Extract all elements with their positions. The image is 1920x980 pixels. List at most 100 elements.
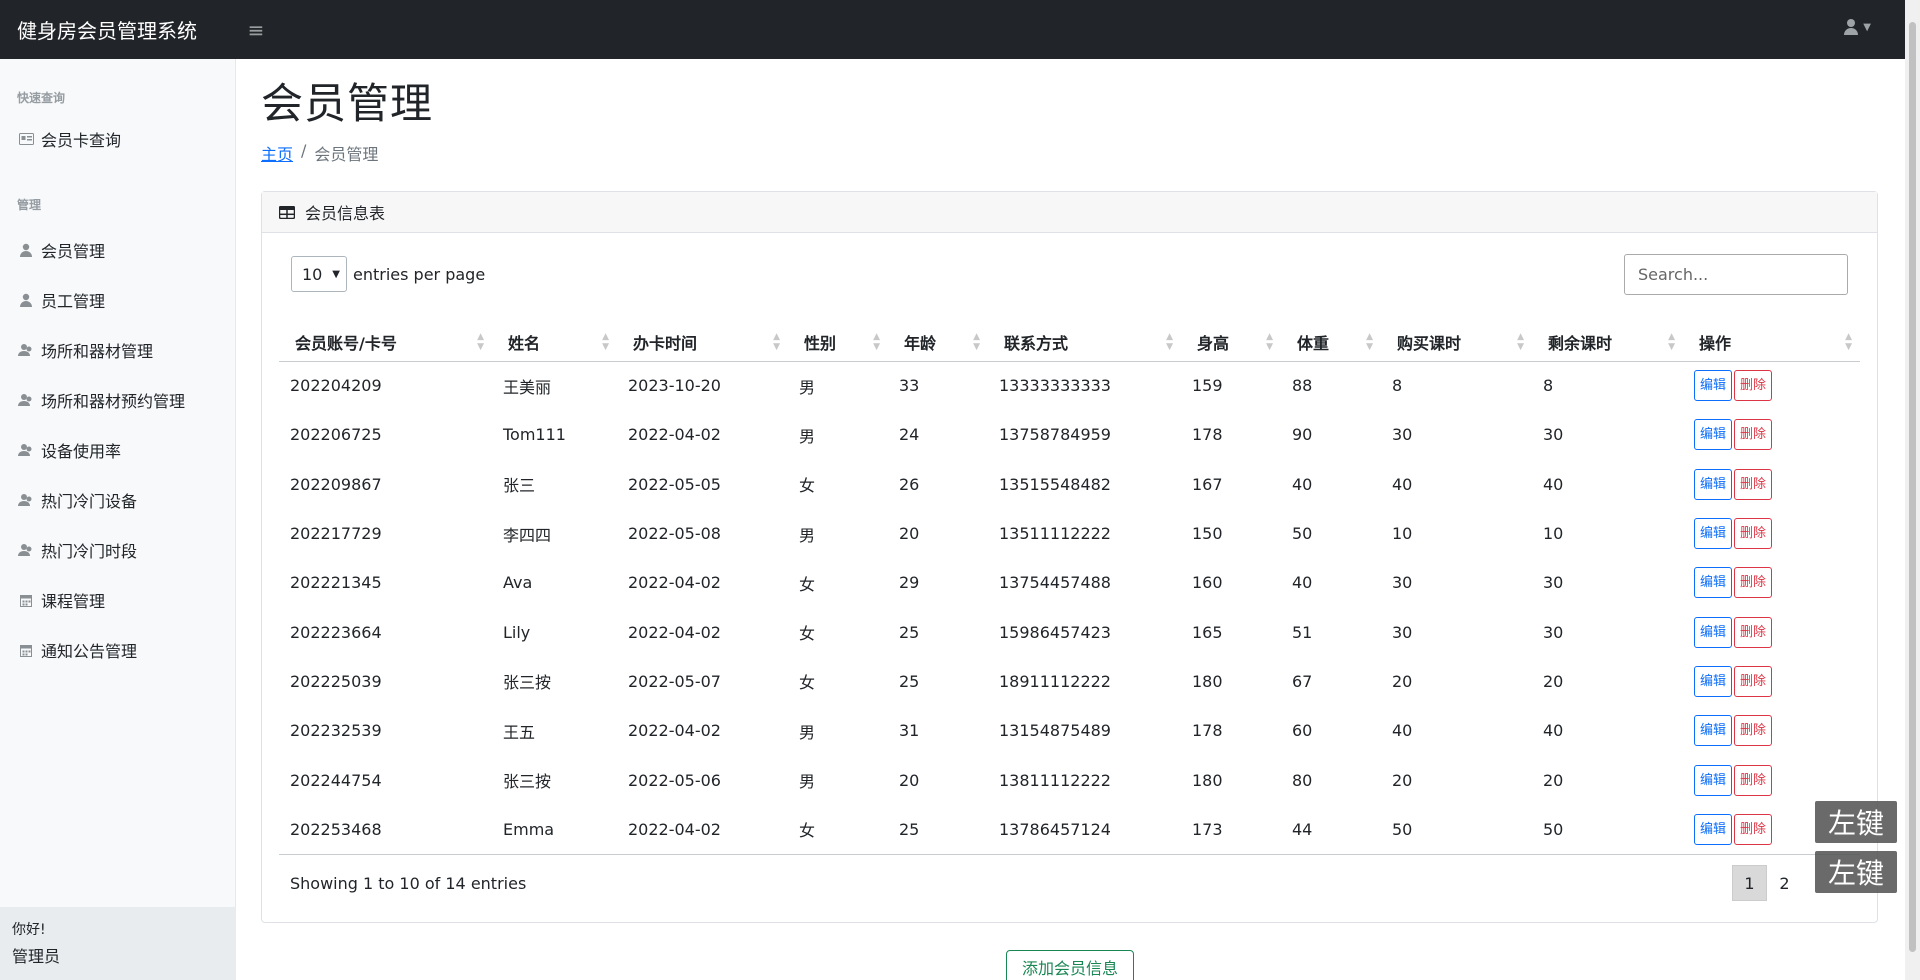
group-icon [17, 393, 35, 407]
table-cell: 10 [1392, 524, 1413, 544]
table-row: 202206725 Tom111 2022-04-02 男 24 13758784959 1… [279, 410, 1860, 459]
menu-icon[interactable]: ≡ [246, 18, 266, 42]
sidebar-item-popular-equipment[interactable]: 热门冷门设备 [0, 475, 235, 525]
sidebar-item-equipment-usage[interactable]: 设备使用率 [0, 425, 235, 475]
table-cell: 20 [899, 524, 920, 544]
sidebar-item-label: 场所和器材预约管理 [41, 392, 186, 411]
table-cell: 50 [1543, 819, 1564, 839]
edit-button[interactable]: 编辑 [1694, 419, 1733, 451]
sidebar-item-course-manage[interactable]: 课程管理 [0, 575, 235, 625]
delete-button[interactable]: 删除 [1734, 468, 1773, 500]
table-cell: 13515548482 [999, 474, 1111, 494]
card-header: 会员信息表 [262, 192, 1877, 233]
sidebar-item-member-manage[interactable]: 会员管理 [0, 225, 235, 275]
per-page-select[interactable]: 10 ▼ [291, 256, 347, 292]
sidebar-item-staff-manage[interactable]: 员工管理 [0, 275, 235, 325]
table-cell: 40 [1392, 721, 1413, 741]
sidebar-item-card-query[interactable]: 会员卡查询 [0, 114, 235, 164]
sort-icon: ▲ ▼ [1668, 332, 1675, 352]
breadcrumb-home-link[interactable]: 主页 [261, 141, 293, 165]
sidebar-footer: 你好! 管理员 [0, 907, 236, 980]
page-button-2[interactable]: 2 [1767, 865, 1802, 901]
app-brand[interactable]: 健身房会员管理系统 [0, 15, 236, 44]
sidebar-item-label: 场所和器材管理 [41, 342, 154, 361]
per-page-control: 10 ▼ entries per page [291, 256, 485, 292]
column-header-label: 剩余课时 [1548, 333, 1613, 353]
column-header[interactable]: 会员账号/卡号 ▲ ▼ [279, 323, 492, 362]
table-cell: 180 [1192, 671, 1223, 691]
sidebar-item-venue-equipment[interactable]: 场所和器材管理 [0, 325, 235, 375]
delete-button[interactable]: 删除 [1734, 764, 1773, 796]
delete-button[interactable]: 删除 [1734, 419, 1773, 451]
column-header-label: 姓名 [508, 333, 541, 353]
column-header[interactable]: 办卡时间 ▲ ▼ [617, 323, 788, 362]
column-header-label: 身高 [1197, 333, 1230, 353]
page-button-1[interactable]: 1 [1732, 865, 1767, 902]
delete-button[interactable]: 删除 [1734, 616, 1773, 648]
group-icon [17, 543, 35, 557]
sidebar-item-popular-timeslot[interactable]: 热门冷门时段 [0, 525, 235, 575]
table-cell: 2022-05-06 [628, 770, 721, 790]
user-icon [17, 243, 35, 257]
column-header-label: 操作 [1699, 333, 1732, 353]
table-cell: 男 [799, 772, 816, 792]
table-cell: 88 [1292, 376, 1313, 396]
table-cell: 44 [1292, 819, 1313, 839]
column-header[interactable]: 操作 ▲ ▼ [1683, 323, 1860, 362]
actions-cell: 编辑 删除 [1683, 607, 1860, 656]
edit-button[interactable]: 编辑 [1694, 370, 1733, 402]
edit-button[interactable]: 编辑 [1694, 764, 1733, 796]
delete-button[interactable]: 删除 [1734, 567, 1773, 599]
table-row: 202232539 王五 2022-04-02 男 31 13154875489 178 60… [279, 706, 1860, 755]
column-header[interactable]: 体重 ▲ ▼ [1281, 323, 1381, 362]
add-member-button[interactable]: 添加会员信息 [1006, 950, 1134, 980]
table-cell: 13758784959 [999, 425, 1111, 445]
edit-button[interactable]: 编辑 [1694, 715, 1733, 747]
group-icon [17, 443, 35, 457]
table-cell: 13786457124 [999, 819, 1111, 839]
column-header[interactable]: 性别 ▲ ▼ [788, 323, 888, 362]
table-cell: 女 [799, 821, 816, 841]
search-input[interactable]: Search... [1624, 253, 1848, 295]
column-header[interactable]: 购买课时 ▲ ▼ [1381, 323, 1532, 362]
table-cell: 男 [799, 377, 816, 397]
user-dropdown[interactable]: ▼ [1843, 18, 1871, 36]
table-cell: 20 [1392, 671, 1413, 691]
table-cell: 202223664 [290, 622, 382, 642]
table-row: 202209867 张三 2022-05-05 女 26 13515548482 167 40… [279, 460, 1860, 509]
page-scrollbar[interactable] [1905, 0, 1920, 980]
sidebar-item-venue-reservation[interactable]: 场所和器材预约管理 [0, 375, 235, 425]
column-header[interactable]: 年龄 ▲ ▼ [888, 323, 988, 362]
sort-icon: ▲ ▼ [873, 332, 880, 352]
scrollbar-thumb[interactable] [1909, 22, 1916, 952]
delete-button[interactable]: 删除 [1734, 813, 1773, 845]
table-cell: 24 [899, 425, 920, 445]
column-header[interactable]: 联系方式 ▲ ▼ [988, 323, 1181, 362]
table-cell: 张三 [503, 476, 536, 496]
edit-button[interactable]: 编辑 [1694, 616, 1733, 648]
actions-cell: 编辑 删除 [1683, 460, 1860, 509]
edit-button[interactable]: 编辑 [1694, 665, 1733, 697]
table-cell: 2022-05-07 [628, 671, 721, 691]
delete-button[interactable]: 删除 [1734, 370, 1773, 402]
delete-button[interactable]: 删除 [1734, 665, 1773, 697]
delete-button[interactable]: 删除 [1734, 715, 1773, 747]
column-header-label: 购买课时 [1397, 333, 1462, 353]
delete-button[interactable]: 删除 [1734, 518, 1773, 550]
column-header[interactable]: 姓名 ▲ ▼ [492, 323, 617, 362]
table-cell: 王五 [503, 722, 536, 742]
column-header[interactable]: 剩余课时 ▲ ▼ [1532, 323, 1683, 362]
table-cell: 202253468 [290, 819, 382, 839]
edit-button[interactable]: 编辑 [1694, 567, 1733, 599]
table-icon [279, 205, 295, 219]
edit-button[interactable]: 编辑 [1694, 813, 1733, 845]
table-cell: 女 [799, 624, 816, 644]
edit-button[interactable]: 编辑 [1694, 468, 1733, 500]
column-header[interactable]: 身高 ▲ ▼ [1181, 323, 1281, 362]
edit-button[interactable]: 编辑 [1694, 518, 1733, 550]
sidebar-item-notice-manage[interactable]: 通知公告管理 [0, 625, 235, 675]
table-cell: 202209867 [290, 474, 382, 494]
table-cell: 202217729 [290, 524, 382, 544]
column-header-label: 会员账号/卡号 [295, 333, 397, 353]
table-cell: 40 [1543, 474, 1564, 494]
